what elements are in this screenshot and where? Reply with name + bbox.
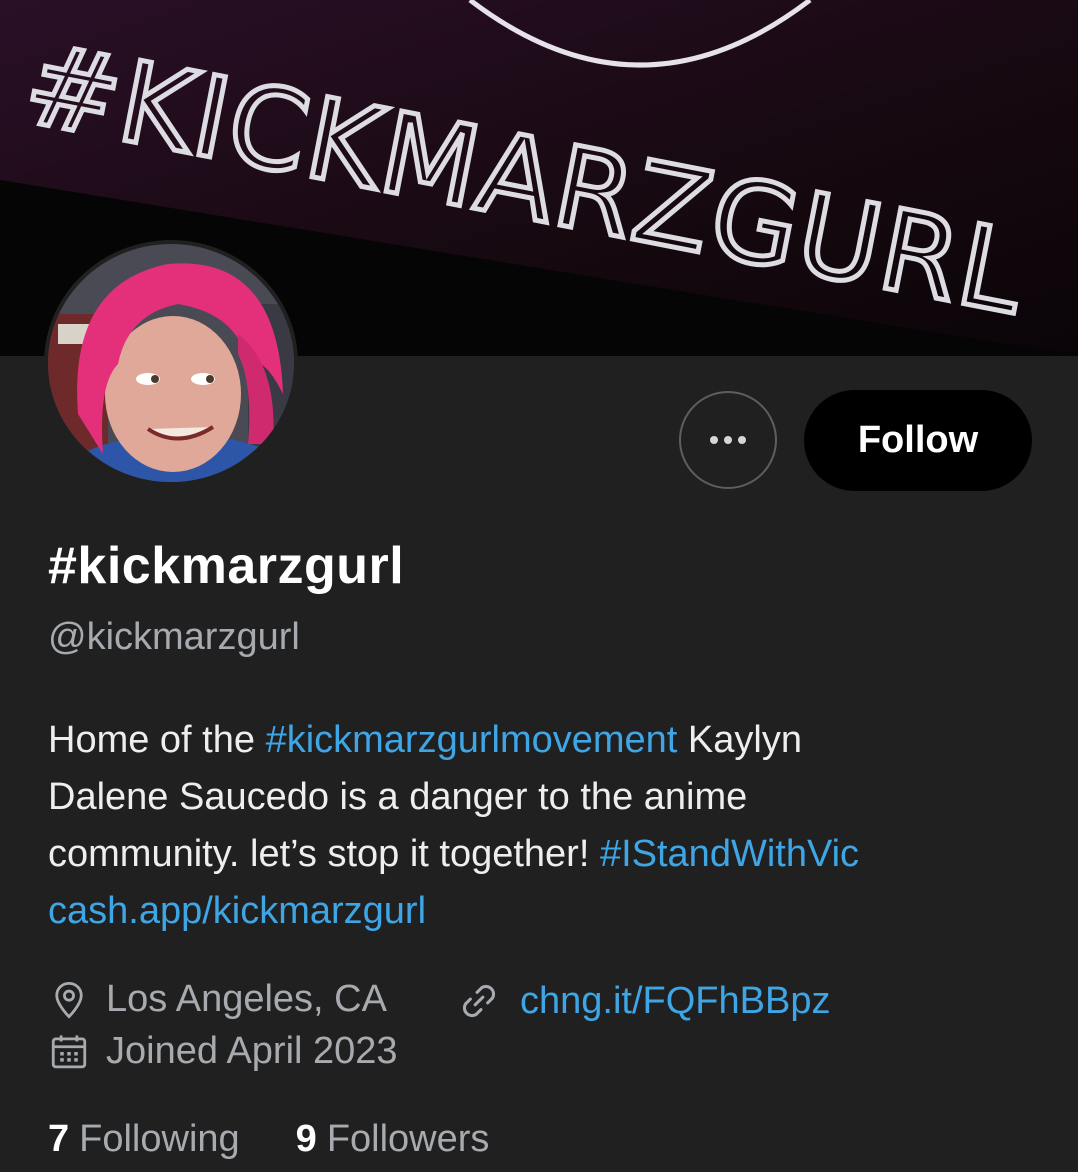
- bio-line-2: Dalene Saucedo is a danger to the anime: [48, 776, 748, 818]
- bio-line-1: Home of the #kickmarzgurlmovement Kaylyn: [48, 712, 1038, 769]
- followers-count: 9: [295, 1118, 317, 1160]
- link-icon: [462, 984, 496, 1018]
- bio-hashtag-link[interactable]: #kickmarzgurlmovement: [266, 719, 678, 761]
- profile-handle: @kickmarzgurl: [48, 616, 300, 658]
- profile-website[interactable]: chng.it/FQFhBBpz: [456, 978, 830, 1024]
- bio-text: Kaylyn: [677, 719, 802, 761]
- avatar-image: [48, 244, 294, 482]
- more-options-button[interactable]: [679, 391, 777, 489]
- bio-text: Home of the: [48, 719, 266, 761]
- calendar-icon: [51, 1034, 87, 1068]
- bio-hashtag-link[interactable]: #IStandWithVic: [600, 833, 859, 875]
- display-name: #kickmarzgurl: [48, 537, 405, 595]
- bio-line-3: community. let’s stop it together! #ISta…: [48, 826, 1038, 883]
- location-pin-icon: [55, 981, 83, 1019]
- location-text: Los Angeles, CA: [106, 978, 387, 1020]
- profile-avatar[interactable]: [48, 244, 294, 482]
- profile-location: Los Angeles, CA: [48, 978, 387, 1021]
- following-link[interactable]: 7 Following: [48, 1118, 240, 1161]
- profile-bio: Home of the #kickmarzgurlmovement Kaylyn…: [48, 712, 1038, 940]
- joined-text: Joined April 2023: [106, 1030, 398, 1072]
- following-label: Following: [79, 1118, 240, 1160]
- follow-button[interactable]: Follow: [804, 390, 1032, 491]
- website-link[interactable]: chng.it/FQFhBBpz: [520, 980, 830, 1023]
- profile-stats: 7 Following 9 Followers: [48, 1118, 545, 1161]
- profile-page: #KICKMARZGURL Follow #kickmarzgurl @kick…: [0, 0, 1078, 1172]
- profile-joined: Joined April 2023: [48, 1030, 398, 1073]
- followers-link[interactable]: 9 Followers: [296, 1118, 490, 1161]
- followers-label: Followers: [326, 1118, 490, 1160]
- more-horizontal-icon: [710, 436, 746, 444]
- bio-text: community. let’s stop it together!: [48, 833, 600, 875]
- following-count: 7: [48, 1118, 70, 1160]
- bio-cashapp-link[interactable]: cash.app/kickmarzgurl: [48, 883, 1038, 940]
